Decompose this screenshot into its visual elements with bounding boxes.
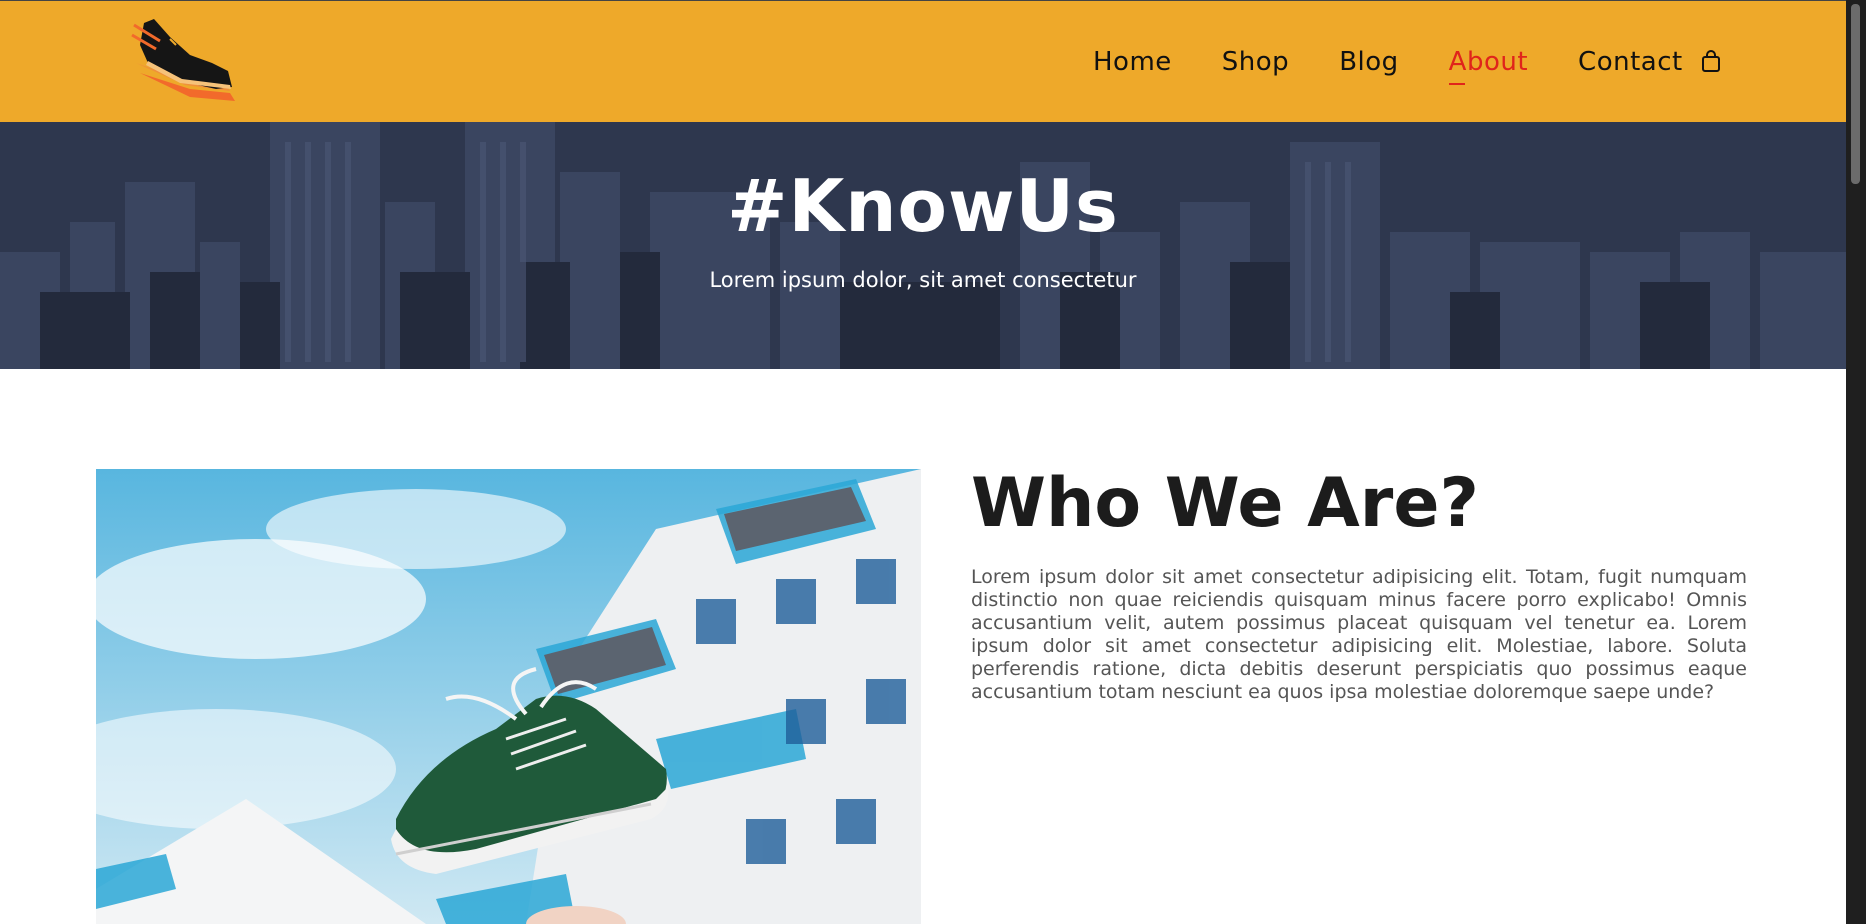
shopping-bag-icon[interactable] xyxy=(1701,49,1721,73)
nav-about-link[interactable]: About xyxy=(1448,47,1528,85)
hero-subtitle: Lorem ipsum dolor, sit amet consectetur xyxy=(709,268,1137,292)
nav-contact-link[interactable]: Contact xyxy=(1578,47,1683,77)
scrollbar-thumb[interactable] xyxy=(1851,4,1860,184)
site-header: Home Shop Blog About Contact xyxy=(0,0,1846,123)
floating-sneaker-image xyxy=(96,469,921,924)
nav-blog-link[interactable]: Blog xyxy=(1339,47,1398,77)
nav-shop-link[interactable]: Shop xyxy=(1222,47,1289,77)
shoe-logo[interactable] xyxy=(130,15,240,105)
about-page: Home Shop Blog About Contact #KnowUs Lor… xyxy=(0,0,1846,924)
about-heading: Who We Are? xyxy=(971,464,1479,543)
about-description: Lorem ipsum dolor sit amet consectetur a… xyxy=(971,566,1747,703)
nav-home-link[interactable]: Home xyxy=(1093,47,1172,77)
main-nav: Home Shop Blog About Contact xyxy=(1093,1,1733,123)
page-scrollbar[interactable] xyxy=(1846,0,1866,924)
hero-title: #KnowUs xyxy=(727,164,1119,248)
